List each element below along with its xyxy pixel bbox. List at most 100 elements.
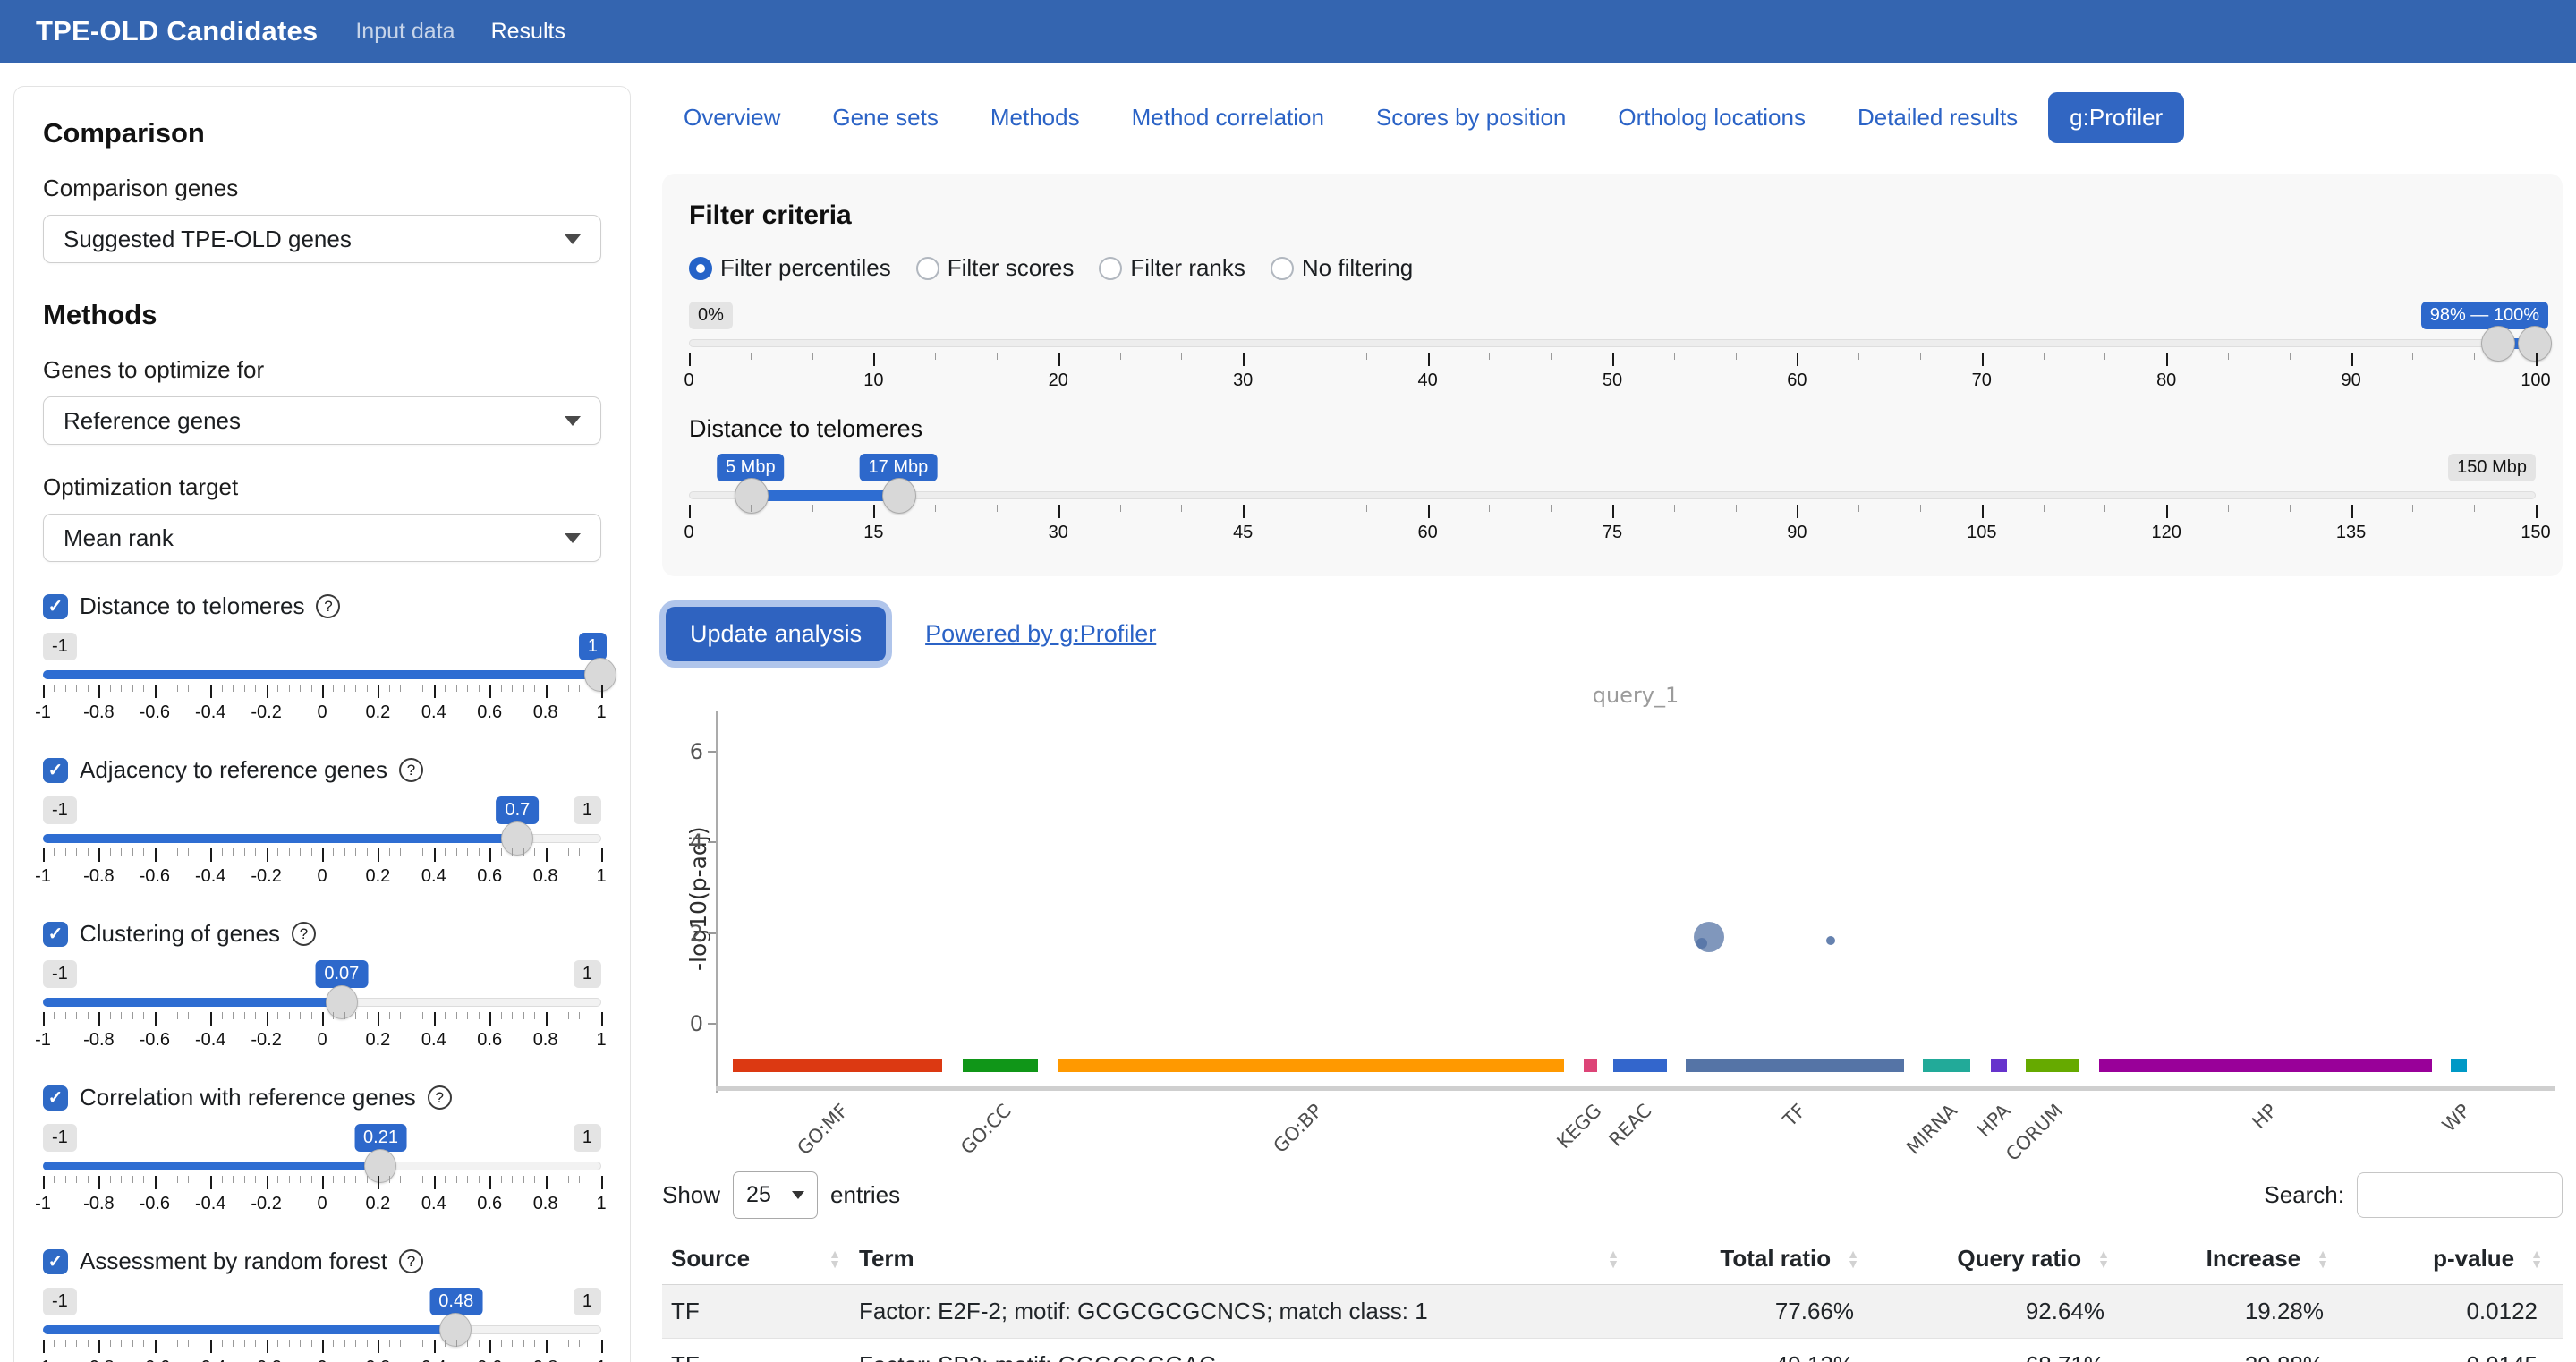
- tick-mark: [378, 1176, 379, 1189]
- tick-mark-minor: [1858, 353, 1859, 360]
- tick-mark-minor: [456, 848, 457, 856]
- column-header-term[interactable]: Term▲▼: [850, 1233, 1628, 1285]
- radio-filter-percentiles[interactable]: Filter percentiles: [689, 254, 891, 282]
- tick-mark: [43, 848, 45, 862]
- checkbox-checked-icon[interactable]: ✓: [43, 594, 68, 619]
- tab-ortholog-locations[interactable]: Ortholog locations: [1596, 92, 1827, 143]
- radio-filter-ranks[interactable]: Filter ranks: [1099, 254, 1245, 282]
- help-icon[interactable]: ?: [399, 1249, 423, 1273]
- method-toggle-row: ✓Clustering of genes?: [43, 920, 601, 948]
- column-header-p-value[interactable]: p-value▲▼: [2349, 1233, 2563, 1285]
- help-icon[interactable]: ?: [399, 758, 423, 782]
- tick-mark-minor: [2290, 353, 2291, 360]
- slider-track[interactable]: [43, 1325, 601, 1334]
- tab-detailed-results[interactable]: Detailed results: [1836, 92, 2039, 143]
- column-header-increase[interactable]: Increase▲▼: [2130, 1233, 2349, 1285]
- optimize-select[interactable]: Reference genes: [43, 396, 601, 445]
- tab-methods[interactable]: Methods: [969, 92, 1101, 143]
- help-icon[interactable]: ?: [316, 594, 340, 618]
- tick-label: 1: [596, 1030, 606, 1051]
- sort-icon: ▲▼: [2097, 1249, 2110, 1269]
- sort-down-arrow: ▼: [1847, 1259, 1859, 1269]
- radio-filter-scores[interactable]: Filter scores: [916, 254, 1075, 282]
- data-point-2[interactable]: [1696, 938, 1707, 949]
- chevron-down-icon: [565, 234, 581, 244]
- update-analysis-button[interactable]: Update analysis: [666, 607, 886, 661]
- column-header-source[interactable]: Source▲▼: [662, 1233, 850, 1285]
- comparison-genes-select[interactable]: Suggested TPE-OLD genes: [43, 215, 601, 263]
- tick-label: 0.4: [421, 1030, 446, 1051]
- nav-link-input-data[interactable]: Input data: [355, 19, 455, 45]
- checkbox-checked-icon[interactable]: ✓: [43, 922, 68, 947]
- column-header-label: Total ratio: [1720, 1245, 1831, 1273]
- search-label: Search:: [2264, 1181, 2344, 1209]
- data-point-3[interactable]: [1826, 936, 1835, 945]
- slider-track[interactable]: [43, 670, 601, 679]
- tab-method-correlation[interactable]: Method correlation: [1110, 92, 1346, 143]
- cell-p-value: 0.0145: [2349, 1339, 2563, 1362]
- filter-panel: Filter criteria Filter percentilesFilter…: [662, 174, 2563, 576]
- tick-mark: [601, 1012, 603, 1026]
- category-bar-go-cc: [963, 1059, 1038, 1072]
- tick-mark-minor: [277, 685, 278, 692]
- slider-track[interactable]: [43, 998, 601, 1007]
- tick-mark: [873, 505, 875, 518]
- checkbox-checked-icon[interactable]: ✓: [43, 1249, 68, 1274]
- tick-mark-minor: [121, 1340, 122, 1347]
- radio-no-filtering[interactable]: No filtering: [1271, 254, 1413, 282]
- slider-tick-labels: 0153045607590105120135150: [689, 523, 2536, 546]
- tab-overview[interactable]: Overview: [662, 92, 802, 143]
- table-row[interactable]: TFFactor: SP2; motif: GGGCGGGAC49.12%68.…: [662, 1339, 2563, 1362]
- tick-mark-minor: [579, 685, 580, 692]
- tick-mark-minor: [333, 685, 334, 692]
- tick-label: 90: [2341, 370, 2360, 391]
- entries-label: entries: [830, 1181, 900, 1209]
- table-row[interactable]: TFFactor: E2F-2; motif: GCGCGCGCNCS; mat…: [662, 1285, 2563, 1339]
- powered-by-gprofiler-link[interactable]: Powered by g:Profiler: [925, 620, 1156, 648]
- tick-mark-minor: [244, 848, 245, 856]
- tick-mark-minor: [400, 1176, 401, 1183]
- slider-min-badge: -1: [43, 1288, 77, 1315]
- checkbox-checked-icon[interactable]: ✓: [43, 1085, 68, 1111]
- column-header-total-ratio[interactable]: Total ratio▲▼: [1628, 1233, 1879, 1285]
- tick-mark-minor: [579, 1340, 580, 1347]
- tick-mark-minor: [121, 1012, 122, 1019]
- page-size-select[interactable]: 25: [733, 1171, 818, 1219]
- tab-g-profiler[interactable]: g:Profiler: [2048, 92, 2184, 143]
- tick-mark: [267, 1340, 268, 1353]
- tick-mark-minor: [344, 685, 345, 692]
- tab-scores-by-position[interactable]: Scores by position: [1355, 92, 1587, 143]
- tick-mark-minor: [2104, 353, 2105, 360]
- nav-link-results[interactable]: Results: [491, 19, 565, 45]
- help-icon[interactable]: ?: [292, 922, 316, 946]
- tick-label: 45: [1233, 523, 1253, 543]
- checkbox-checked-icon[interactable]: ✓: [43, 758, 68, 783]
- x-category-label-go-bp: GO:BP: [1269, 1100, 1326, 1157]
- tab-gene-sets[interactable]: Gene sets: [811, 92, 960, 143]
- tick-mark: [98, 1176, 100, 1189]
- telomere-track[interactable]: [689, 491, 2536, 499]
- tick-label: 0.6: [477, 1358, 502, 1362]
- tick-mark: [43, 1176, 45, 1189]
- tick-mark-minor: [355, 1176, 356, 1183]
- tick-mark-minor: [311, 1012, 312, 1019]
- target-select[interactable]: Mean rank: [43, 514, 601, 562]
- tick-mark-minor: [277, 1340, 278, 1347]
- tick-mark-minor: [456, 685, 457, 692]
- percentile-track[interactable]: [689, 339, 2536, 347]
- tick-mark-minor: [222, 685, 223, 692]
- x-category-label-hpa: HPA: [1973, 1100, 2014, 1141]
- column-header-query-ratio[interactable]: Query ratio▲▼: [1879, 1233, 2130, 1285]
- slider-track[interactable]: [43, 834, 601, 843]
- slider-track[interactable]: [43, 1162, 601, 1170]
- results-table: Source▲▼Term▲▼Total ratio▲▼Query ratio▲▼…: [662, 1233, 2563, 1362]
- tick-mark-minor: [512, 1340, 513, 1347]
- search-input[interactable]: [2357, 1172, 2563, 1218]
- tick-label: 0.8: [533, 1358, 558, 1362]
- tick-mark-minor: [76, 1340, 77, 1347]
- help-icon[interactable]: ?: [428, 1085, 452, 1110]
- tick-label: 150: [2521, 523, 2550, 543]
- tick-mark: [155, 685, 157, 698]
- column-header-inner: Query ratio▲▼: [1888, 1245, 2110, 1273]
- slider-tick-labels: 0102030405060708090100: [689, 370, 2536, 394]
